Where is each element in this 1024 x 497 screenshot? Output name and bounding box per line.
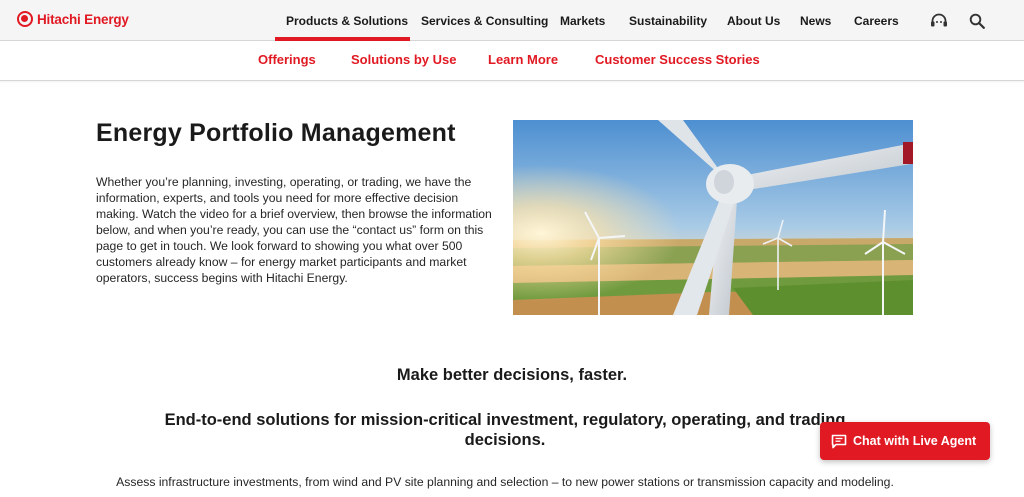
nav-item-products-solutions[interactable]: Products & Solutions bbox=[286, 14, 408, 28]
nav-item-news[interactable]: News bbox=[800, 14, 831, 28]
chat-bubble-icon bbox=[831, 434, 847, 448]
nav-item-sustainability[interactable]: Sustainability bbox=[629, 14, 707, 28]
support-headset-icon[interactable] bbox=[930, 13, 948, 29]
brand-logo[interactable]: Hitachi Energy bbox=[17, 11, 129, 27]
nav-item-markets[interactable]: Markets bbox=[560, 14, 605, 28]
hitachi-logo-icon bbox=[17, 11, 33, 27]
section-heading: Make better decisions, faster. bbox=[396, 366, 628, 384]
nav-item-services-consulting[interactable]: Services & Consulting bbox=[421, 14, 548, 28]
nav-item-careers[interactable]: Careers bbox=[854, 14, 899, 28]
subnav-item-learn-more[interactable]: Learn More bbox=[488, 52, 558, 67]
wind-turbines-photo bbox=[513, 120, 913, 315]
search-icon[interactable] bbox=[969, 13, 985, 29]
subnav-item-customer-success-stories[interactable]: Customer Success Stories bbox=[595, 52, 760, 67]
section-subnav: Offerings Solutions by Use Learn More Cu… bbox=[0, 41, 1024, 81]
nav-item-about-us[interactable]: About Us bbox=[727, 14, 780, 28]
top-navigation-bar: Hitachi Energy Products & Solutions Serv… bbox=[0, 0, 1024, 41]
subnav-item-offerings[interactable]: Offerings bbox=[258, 52, 316, 67]
section-subheading: End-to-end solutions for mission-critica… bbox=[164, 411, 846, 449]
page-title: Energy Portfolio Management bbox=[96, 119, 456, 147]
brand-name: Hitachi Energy bbox=[37, 11, 129, 27]
subnav-item-solutions-by-use[interactable]: Solutions by Use bbox=[351, 52, 456, 67]
section-paragraph: Assess infrastructure investments, from … bbox=[116, 475, 894, 489]
chat-button-label: Chat with Live Agent bbox=[853, 434, 977, 448]
intro-paragraph: Whether you’re planning, investing, oper… bbox=[96, 175, 492, 285]
chat-with-live-agent-button[interactable]: Chat with Live Agent bbox=[820, 422, 990, 460]
